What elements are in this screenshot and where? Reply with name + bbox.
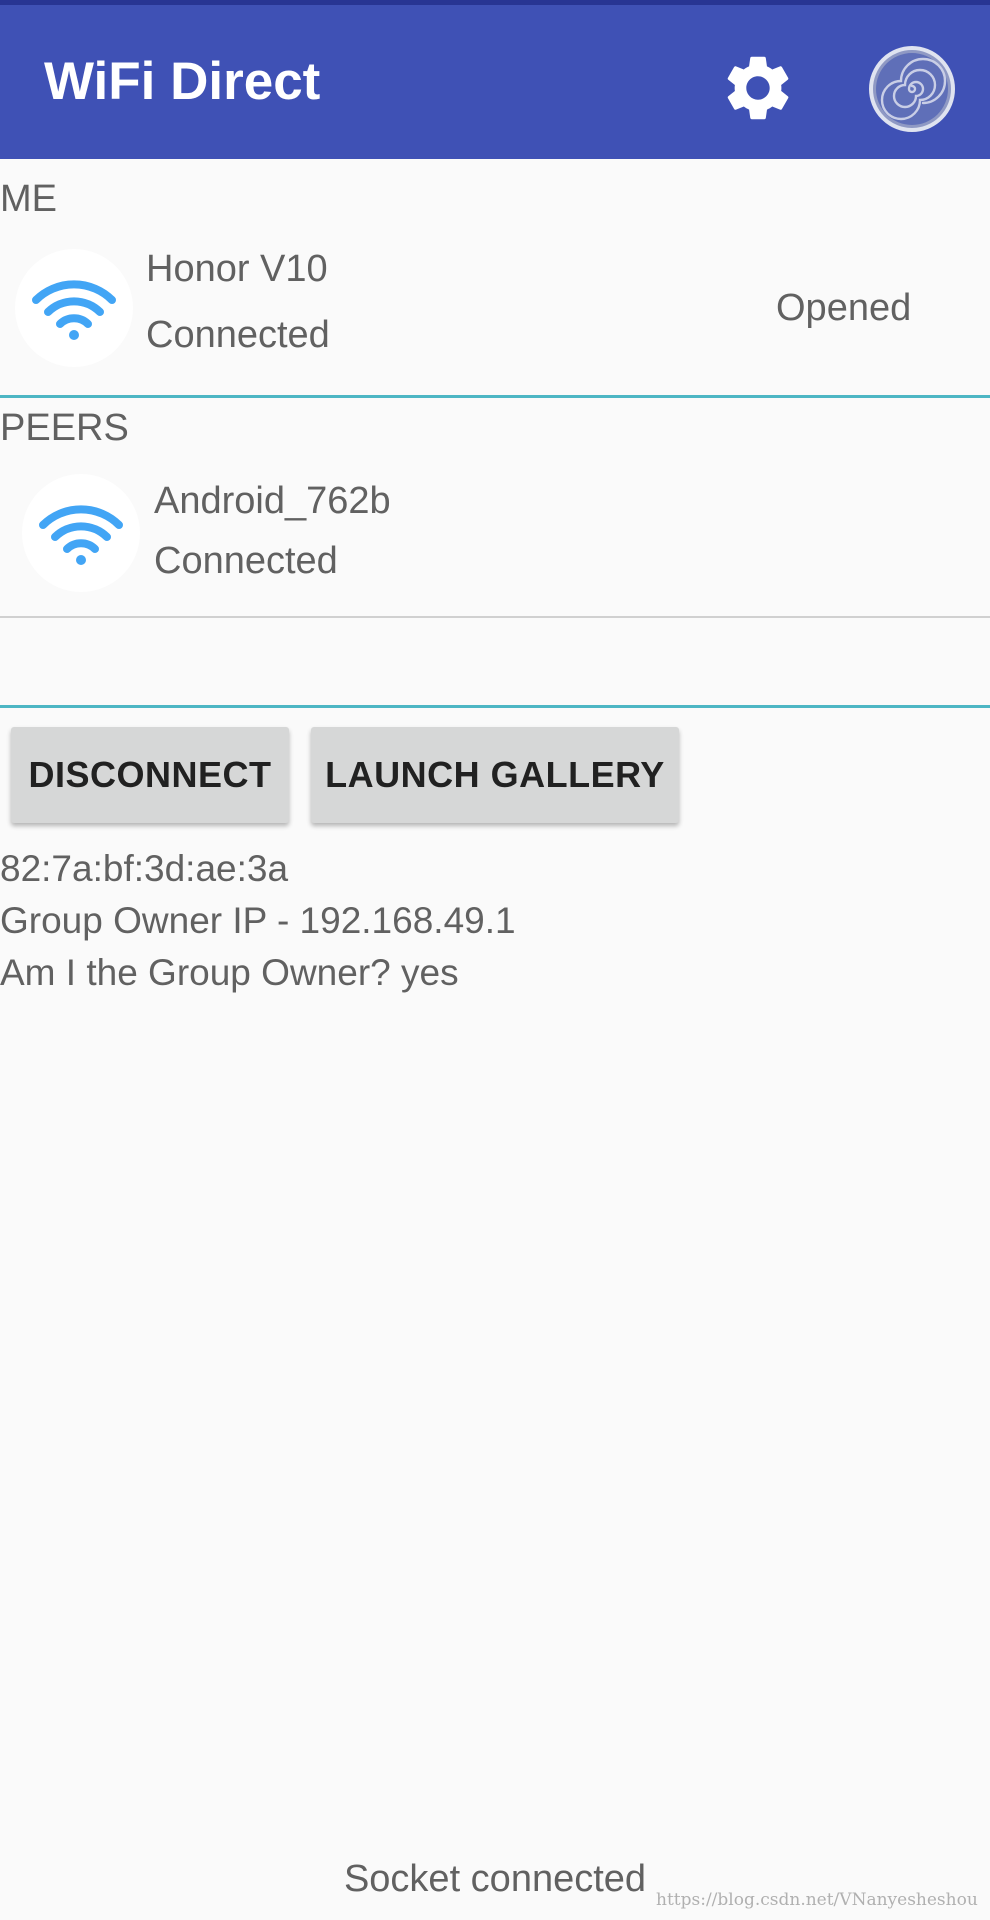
- me-device-avatar: [15, 249, 133, 367]
- wifi-icon: [39, 505, 123, 565]
- launch-gallery-button[interactable]: LAUNCH GALLERY: [311, 727, 679, 823]
- disconnect-button[interactable]: DISCONNECT: [11, 727, 289, 823]
- group-owner-ip-text: Group Owner IP - 192.168.49.1: [0, 900, 516, 941]
- discover-peers-button[interactable]: [862, 39, 962, 139]
- peers-divider: [0, 616, 990, 618]
- me-section-label: ME: [0, 178, 57, 220]
- peer-device-name: Android_762b: [154, 480, 391, 522]
- spiral-icon: [869, 46, 955, 132]
- app-title: WiFi Direct: [44, 52, 321, 111]
- me-device-name: Honor V10: [146, 248, 328, 290]
- peer-device-status: Connected: [154, 540, 338, 582]
- watermark-text: https://blog.csdn.net/VNanyesheshou: [656, 1890, 978, 1910]
- me-device-state: Opened: [776, 287, 912, 329]
- me-device-status: Connected: [146, 314, 330, 356]
- gear-icon: [727, 56, 789, 120]
- me-divider: [0, 395, 990, 398]
- peer-device-avatar: [22, 474, 140, 592]
- wifi-icon: [32, 280, 116, 340]
- group-owner-status-text: Am I the Group Owner? yes: [0, 952, 459, 993]
- mac-address-text: 82:7a:bf:3d:ae:3a: [0, 848, 289, 889]
- details-divider: [0, 705, 990, 708]
- peers-section-label: PEERS: [0, 407, 129, 449]
- settings-button[interactable]: [706, 41, 810, 135]
- app-bar: WiFi Direct: [0, 5, 990, 159]
